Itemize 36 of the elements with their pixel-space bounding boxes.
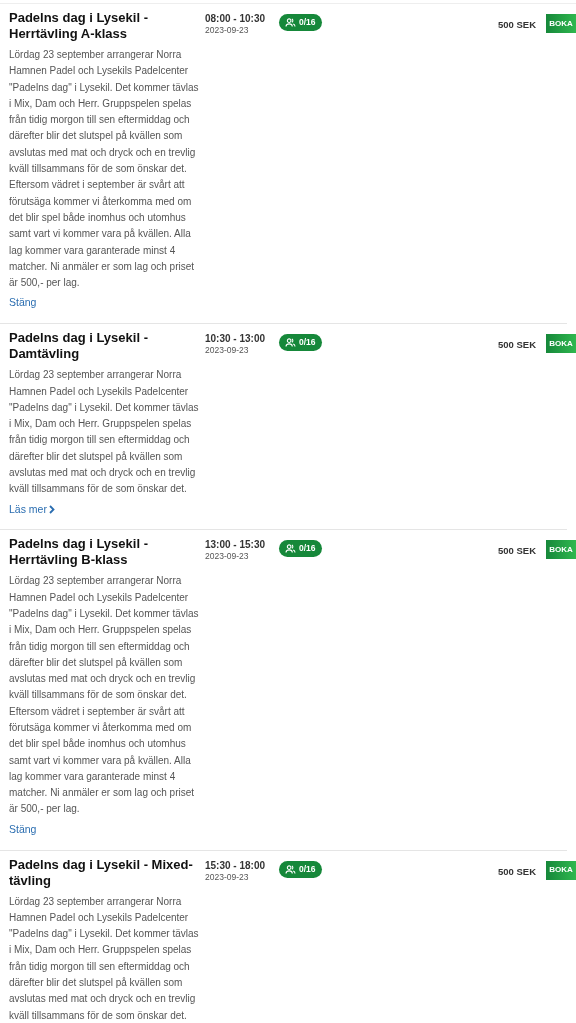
event-title: Padelns dag i Lysekil - Herrtävling B-klass (9, 536, 149, 569)
event-time: 08:00 - 10:30 (205, 12, 267, 25)
close-link[interactable]: Stäng (9, 821, 37, 838)
event-price: 500 SEK (497, 864, 536, 879)
event-title: Padelns dag i Lysekil - Damtävling (9, 330, 149, 363)
event-title: Padelns dag i Lysekil - Mixed-tävling (9, 856, 194, 889)
event-description: Lördag 23 september arrangerar Norra Hamnen Padel och Lysekils Padelcenter "Padelns dag" i Lysekil. Det kommer tävlas i Mix, Dam och Herr. Gruppspelen spelas från tidig morgon till sen eftermiddag och därefter blir det slutspel på kvällen som avslutas med mat och dryck och en trevlig kväll tillsammans för de som önskar det. (9, 368, 199, 497)
users-icon (285, 338, 296, 348)
book-button[interactable]: BOKA (546, 334, 576, 354)
event-title: Padelns dag i Lysekil - Herrtävling A-klass (9, 10, 149, 42)
users-icon (285, 544, 296, 554)
event-date: 2023-09-23 (205, 345, 250, 357)
event-price: 500 SEK (497, 544, 536, 559)
event-description: Lördag 23 september arrangerar Norra Hamnen Padel och Lysekils Padelcenter "Padelns dag" i Lysekil. Det kommer tävlas i Mix, Dam och Herr. Gruppspelen spelas från tidig morgon till sen eftermiddag och därefter blir det slutspel på kvällen som avslutas med mat och dryck och en trevlig kväll tillsammans för de som önskar det. (9, 894, 199, 1023)
event-date: 2023-09-23 (205, 551, 250, 563)
book-button[interactable]: BOKA (546, 14, 576, 33)
event-description: Lördag 23 september arrangerar Norra Hamnen Padel och Lysekils Padelcenter "Padelns dag" i Lysekil. Det kommer tävlas i Mix, Dam och Herr. Gruppspelen spelas från tidig morgon till sen eftermiddag och därefter blir det slutspel på kvällen som avslutas med mat och dryck och en trevlig kväll tillsammans för de som önskar det. Eftersom vädret i september är svårt att förutsäga kommer vi återkomma med om det blir spel både inomhus och utomhus samt vart vi kommer vara på kvällen. Alla lag kommer vara garanterade minst 4 matcher. Ni anmäler er som lag och priset är 500,- per lag. (9, 574, 199, 817)
event-price: 500 SEK (497, 18, 536, 32)
event-time: 15:30 - 18:00 (205, 858, 267, 872)
spots-badge: 0/16 (279, 14, 322, 31)
event-description: Lördag 23 september arrangerar Norra Hamnen Padel och Lysekils Padelcenter "Padelns dag" i Lysekil. Det kommer tävlas i Mix, Dam och Herr. Gruppspelen spelas från tidig morgon till sen eftermiddag och därefter blir det slutspel på kvällen som avslutas med mat och dryck och en trevlig kväll tillsammans för de som önskar det. Eftersom vädret i september är svårt att förutsäga kommer vi återkomma med om det blir spel både inomhus och utomhus samt vart vi kommer vara på kvällen. Alla lag kommer vara garanterade minst 4 matcher. Ni anmäler er som lag och priset är 500,- per lag. (9, 48, 199, 291)
spots-badge: 0/16 (279, 540, 322, 558)
close-link[interactable]: Stäng (9, 295, 37, 312)
users-icon (285, 18, 296, 27)
users-icon (285, 864, 296, 874)
chevron-right-icon (48, 504, 55, 514)
spots-badge: 0/16 (279, 334, 322, 352)
event-date: 2023-09-23 (205, 871, 250, 883)
spots-badge: 0/16 (279, 860, 322, 878)
event-time: 10:30 - 13:00 (205, 332, 267, 346)
event-price: 500 SEK (497, 338, 536, 353)
read-more-link[interactable]: Läs mer (9, 501, 55, 518)
book-button[interactable]: BOKA (546, 540, 576, 560)
book-button[interactable]: BOKA (546, 860, 576, 880)
event-time: 13:00 - 15:30 (205, 538, 267, 552)
event-date: 2023-09-23 (205, 25, 250, 36)
